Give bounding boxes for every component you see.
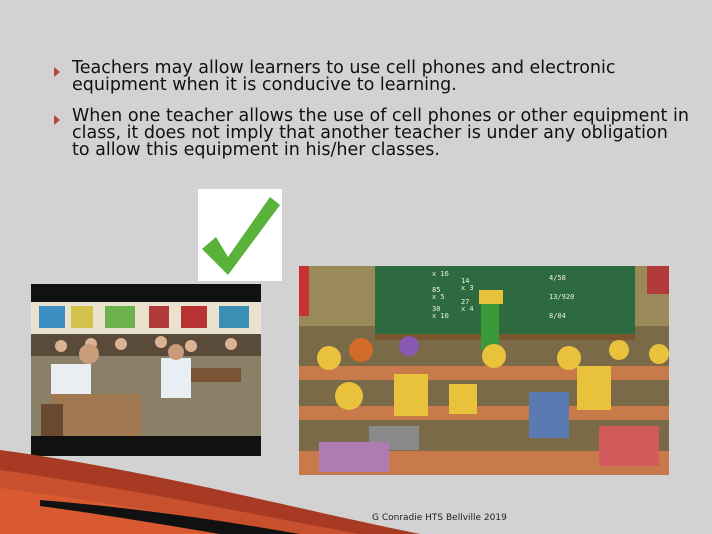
board-text: x 10 bbox=[432, 312, 449, 320]
bullet-list: Teachers may allow learners to use cell … bbox=[50, 58, 690, 173]
board-text: 8/84 bbox=[549, 312, 566, 320]
board-text: 13/920 bbox=[549, 293, 574, 301]
slide: Teachers may allow learners to use cell … bbox=[0, 0, 712, 534]
decorative-sweep bbox=[0, 450, 420, 534]
footer-text: G Conradie HTS Bellville 2019 bbox=[372, 513, 507, 523]
checkmark-image bbox=[198, 189, 282, 281]
bullet-item: Teachers may allow learners to use cell … bbox=[50, 58, 690, 95]
board-text: x 3 bbox=[461, 284, 474, 292]
board-text: x 4 bbox=[461, 305, 474, 313]
board-text: x 5 bbox=[432, 293, 445, 301]
bullet-item: When one teacher allows the use of cell … bbox=[50, 106, 690, 160]
bullet-text: Teachers may allow learners to use cell … bbox=[72, 58, 616, 95]
checkmark-icon bbox=[202, 197, 280, 275]
bullet-text: When one teacher allows the use of cell … bbox=[72, 106, 689, 160]
board-text: x 16 bbox=[432, 270, 449, 278]
triangle-right-icon bbox=[54, 67, 60, 77]
triangle-right-icon bbox=[54, 115, 60, 125]
board-text: 4/58 bbox=[549, 274, 566, 282]
